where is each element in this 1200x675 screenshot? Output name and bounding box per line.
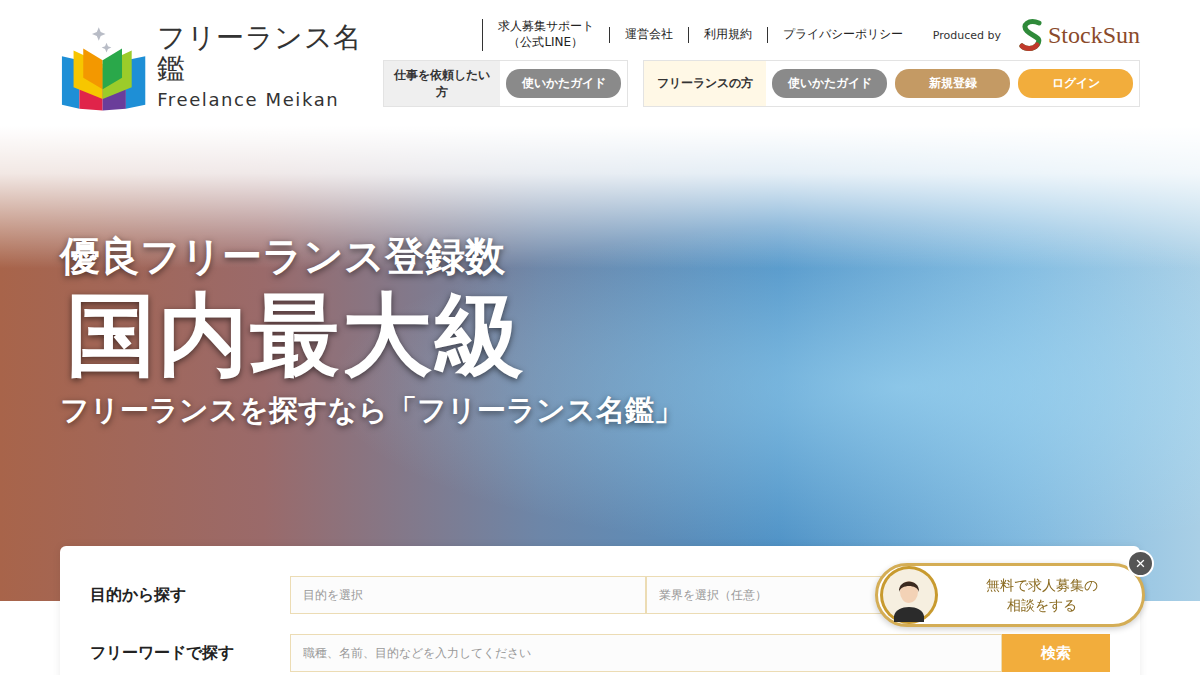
nav-buttons: 使いかたガイド bbox=[500, 61, 627, 106]
top-link[interactable]: 利用規約 bbox=[688, 27, 767, 43]
stocksun-mark-icon bbox=[1019, 19, 1045, 51]
logo-text: フリーランス名鑑 Freelance Meikan bbox=[157, 23, 383, 112]
nav-button[interactable]: 使いかたガイド bbox=[772, 69, 887, 98]
top-links: 求人募集サポート（公式LINE）運営会社利用規約プライバシーポリシーProduc… bbox=[482, 18, 1140, 52]
search-row-label: フリーワードで探す bbox=[90, 643, 290, 664]
stocksun-logo[interactable]: StockSun bbox=[1019, 19, 1140, 51]
nav-row: 仕事を依頼したい方使いかたガイドフリーランスの方使いかたガイド新規登録ログイン bbox=[383, 60, 1140, 107]
nav-group: 仕事を依頼したい方使いかたガイド bbox=[383, 60, 628, 107]
nav-group: フリーランスの方使いかたガイド新規登録ログイン bbox=[643, 60, 1140, 107]
nav-group-label: 仕事を依頼したい方 bbox=[384, 61, 500, 106]
nav-button[interactable]: ログイン bbox=[1018, 69, 1133, 98]
search-button[interactable]: 検索 bbox=[1002, 634, 1110, 672]
hero-headline: 国内最大級 bbox=[66, 285, 1200, 384]
chat-text: 無料で求人募集の相談をする bbox=[952, 575, 1132, 616]
select-field[interactable] bbox=[290, 576, 646, 614]
operator-avatar-icon bbox=[880, 566, 938, 624]
close-button[interactable]: × bbox=[1127, 550, 1154, 577]
search-row: フリーワードで探す 検索 bbox=[90, 634, 1110, 672]
site-header: フリーランス名鑑 Freelance Meikan 求人募集サポート（公式LINE）… bbox=[0, 0, 1200, 126]
hero-lead: 優良フリーランス登録数 bbox=[60, 231, 1200, 281]
site-logo[interactable]: フリーランス名鑑 Freelance Meikan bbox=[60, 18, 383, 112]
keyword-input[interactable] bbox=[290, 634, 1002, 672]
nav-button[interactable]: 使いかたガイド bbox=[506, 69, 621, 98]
nav-button[interactable]: 新規登録 bbox=[895, 69, 1010, 98]
nav-group-label: フリーランスの方 bbox=[644, 61, 766, 106]
hero-tagline: フリーランスを探すなら「フリーランス名鑑」 bbox=[60, 392, 1200, 428]
book-logo-icon bbox=[60, 20, 147, 112]
search-row-label: 目的から探す bbox=[90, 585, 290, 606]
search-fields: 検索 bbox=[290, 634, 1110, 672]
nav-buttons: 使いかたガイド新規登録ログイン bbox=[766, 61, 1139, 106]
page: フリーランス名鑑 Freelance Meikan 求人募集サポート（公式LINE）… bbox=[0, 0, 1200, 675]
top-link[interactable]: 運営会社 bbox=[609, 27, 688, 43]
hero-banner: 優良フリーランス登録数国内最大級フリーランスを探すなら「フリーランス名鑑」 bbox=[0, 126, 1200, 601]
top-link[interactable]: プライバシーポリシー bbox=[767, 27, 918, 43]
logo-subtitle: Freelance Meikan bbox=[157, 89, 383, 110]
produced-by: Produced byStockSun bbox=[918, 19, 1140, 51]
header-right: 求人募集サポート（公式LINE）運営会社利用規約プライバシーポリシーProduc… bbox=[383, 18, 1140, 107]
logo-title: フリーランス名鑑 bbox=[157, 23, 383, 85]
top-link[interactable]: 求人募集サポート（公式LINE） bbox=[482, 19, 609, 50]
consult-chat-bubble[interactable]: 無料で求人募集の相談をする× bbox=[875, 563, 1145, 627]
